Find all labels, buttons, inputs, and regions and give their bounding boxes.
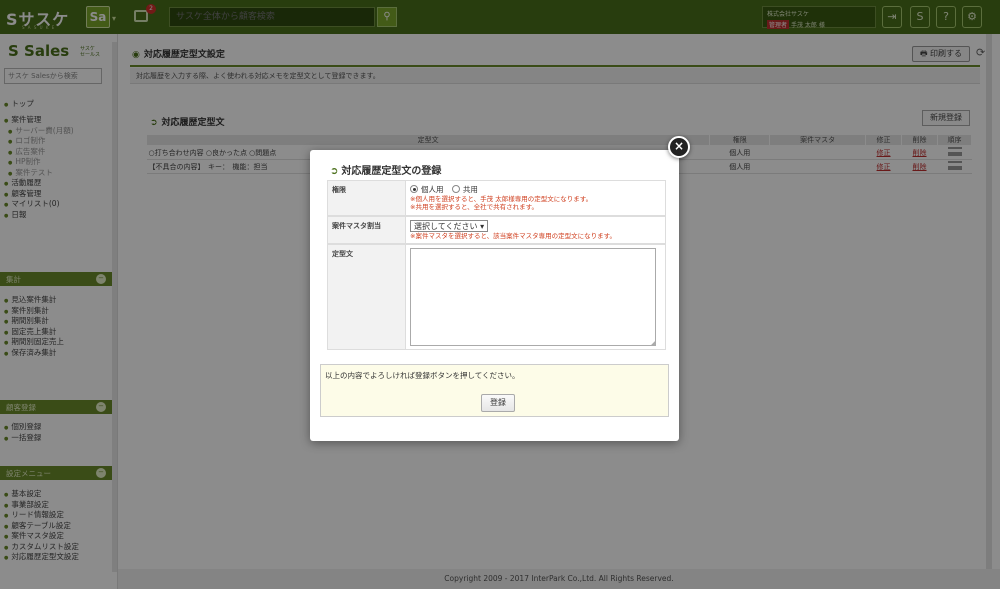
- permission-note-1: ※個人用を選択すると、手茂 太郎様専用の定型文になります。: [410, 195, 593, 203]
- radio-shared-label[interactable]: 共用: [463, 185, 478, 194]
- chevron-down-icon: ▾: [480, 222, 485, 231]
- radio-shared[interactable]: [451, 185, 460, 193]
- template-textarea[interactable]: [410, 248, 656, 347]
- permission-note-2: ※共用を選択すると、全社で共有されます。: [410, 203, 539, 211]
- modal-title: ➲ 対応履歴定型文の登録: [330, 166, 442, 177]
- master-field: 選択してください ▾ ※案件マスタを選択すると、該当案件マスタ専用の定型文になり…: [410, 220, 661, 240]
- permission-field: 個人用 共用 ※個人用を選択すると、手茂 太郎様専用の定型文になります。 ※共用…: [410, 184, 661, 211]
- master-note: ※案件マスタを選択すると、該当案件マスタ専用の定型文になります。: [410, 232, 617, 240]
- circle-arrow-icon: ➲: [330, 166, 339, 177]
- template-text-label: 定型文: [328, 245, 406, 349]
- master-select[interactable]: 選択してください ▾: [410, 220, 489, 232]
- permission-row: 権限 個人用 共用 ※個人用を選択すると、手茂 太郎様専用の定型文になります。 …: [327, 180, 666, 216]
- permission-label: 権限: [328, 181, 406, 215]
- radio-personal[interactable]: [410, 185, 418, 193]
- radio-personal-label[interactable]: 個人用: [421, 185, 444, 194]
- master-label: 案件マスタ割当: [328, 217, 406, 243]
- master-row: 案件マスタ割当 選択してください ▾ ※案件マスタを選択すると、該当案件マスタ専…: [327, 216, 666, 244]
- template-text-row: 定型文: [327, 244, 666, 350]
- register-template-modal: ➲ 対応履歴定型文の登録 権限 個人用 共用 ※個人用を選択すると、手茂 太郎様専…: [310, 150, 679, 441]
- close-icon[interactable]: ×: [668, 136, 690, 158]
- register-button[interactable]: 登録: [481, 394, 515, 412]
- confirm-text: 以上の内容でよろしければ登録ボタンを押してください。: [325, 371, 520, 380]
- confirm-box: 以上の内容でよろしければ登録ボタンを押してください。 登録: [320, 364, 669, 417]
